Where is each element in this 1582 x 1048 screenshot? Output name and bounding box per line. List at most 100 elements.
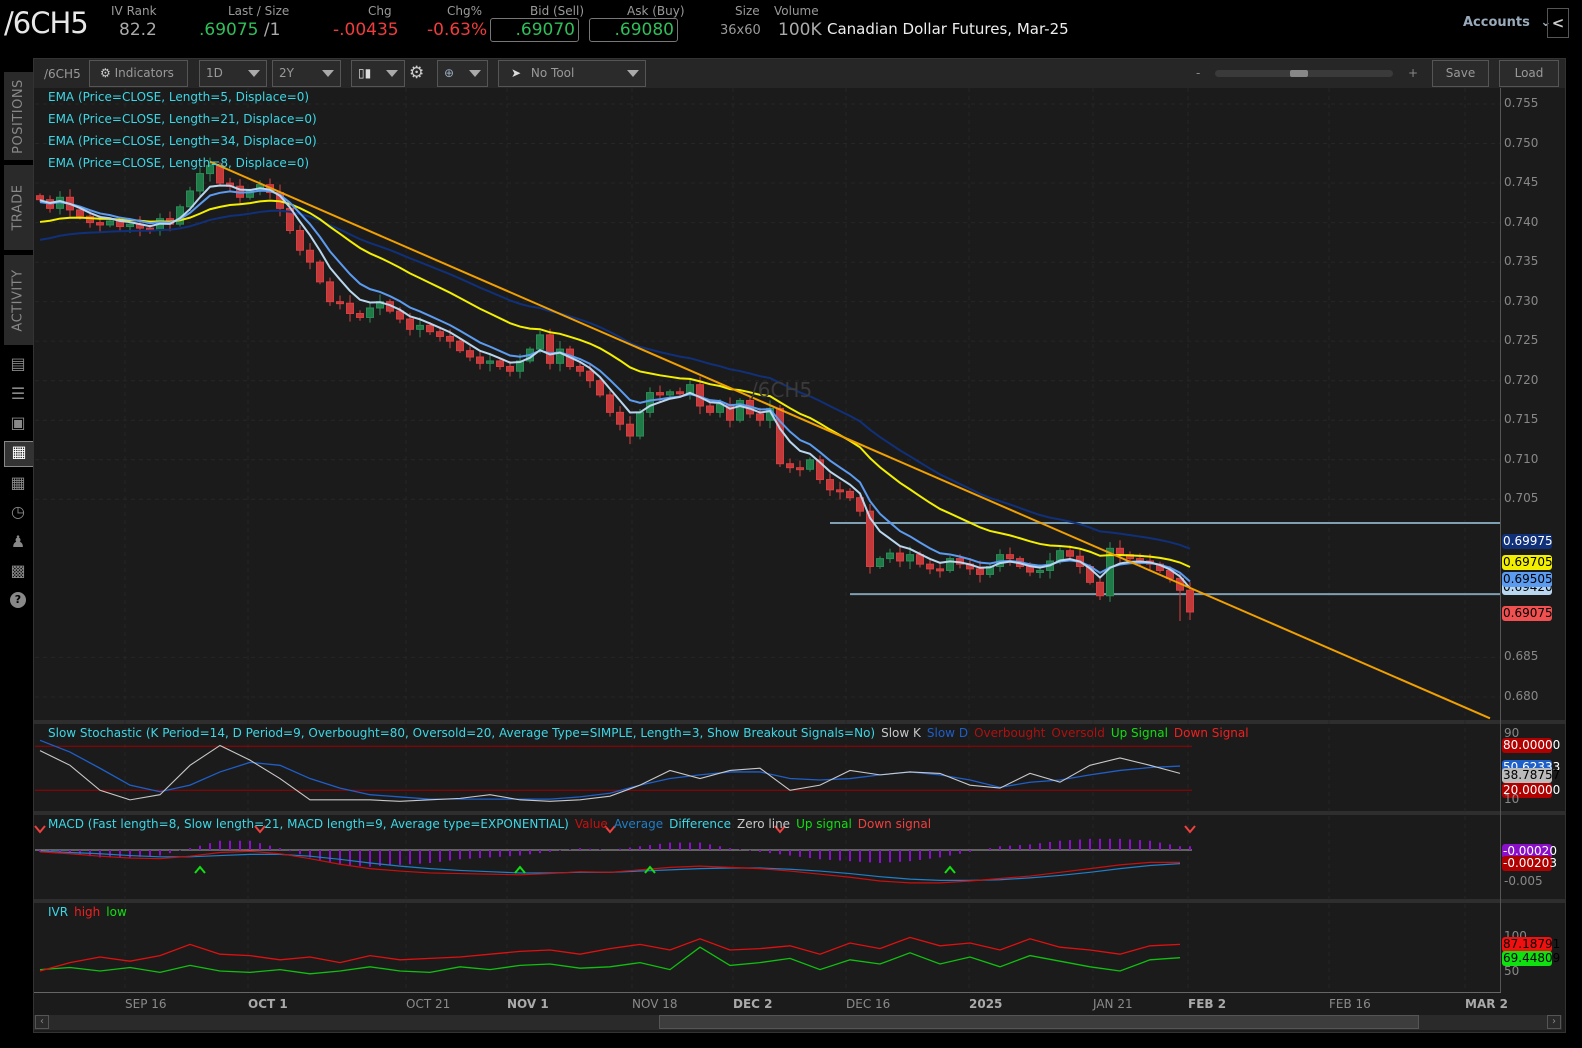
up-signal-arrow [944,865,956,874]
ema34-line [39,209,1191,550]
stochastic-tick: 90 [1504,726,1520,740]
candle [1006,554,1014,560]
candle [1066,550,1074,557]
legend-key-down-signal: Down Signal [1173,726,1249,740]
price-tick: 0.705 [1504,491,1539,506]
candle [876,558,884,568]
candle [1036,569,1044,573]
stochastic-legend-title: Slow Stochastic (K Period=14, D Period=9… [48,726,876,740]
time-tick: NOV 1 [507,997,549,1011]
candle [976,568,984,575]
candle [846,490,854,499]
price-tick: 0.715 [1504,412,1539,427]
macd-legend-title: MACD (Fast length=8, Slow length=21, MAC… [48,817,569,831]
price-tick: 0.735 [1504,254,1539,269]
legend-key-zero-line: Zero line [736,817,791,831]
candle [416,324,424,330]
candle [296,229,304,251]
candle [546,334,554,364]
legend-key-high: high [74,905,101,919]
macd-legend[interactable]: MACD (Fast length=8, Slow length=21, MAC… [48,817,931,831]
price-tag: 0.69975 [1502,534,1553,549]
candle [496,360,504,367]
price-tag: 0.69505 [1502,572,1553,587]
up-signal-arrow [514,865,526,874]
scroll-left-button[interactable]: ‹ [35,1015,49,1029]
legend-key-difference: Difference [669,817,731,831]
stochastic-legend[interactable]: Slow Stochastic (K Period=14, D Period=9… [48,726,1249,740]
candle [186,190,194,208]
candle [1116,547,1124,556]
macd-tag: -0.00203 [1502,856,1557,871]
time-tick: OCT 21 [406,997,451,1011]
candle [356,313,364,318]
candle [336,301,344,305]
candle [606,394,614,413]
candle [946,558,954,571]
legend-key-up-signal: Up signal [796,817,852,831]
price-tick: 0.750 [1504,135,1539,150]
time-tick: FEB 16 [1329,997,1371,1011]
candle [626,423,634,437]
ivr-tag: 87.18791 [1502,937,1561,952]
candle [926,563,934,570]
up-signal-arrow [194,865,206,874]
ivr-tick: 50 [1504,964,1520,978]
up-signal-arrow [644,865,656,874]
price-tick: 0.740 [1504,214,1539,229]
candle [576,365,584,372]
candle [706,405,714,413]
legend-key-low: low [106,905,127,919]
time-tick: OCT 1 [248,997,288,1011]
candle [456,340,464,352]
ema5-line [39,184,1191,589]
candle [106,220,114,226]
candle [936,568,944,572]
candle [1096,581,1104,597]
horizontal-scrollbar[interactable]: ‹ › [34,1015,1562,1030]
stochastic-tag: 80.00000 [1502,738,1561,753]
legend-key-up-signal: Up Signal [1110,726,1168,740]
candle [636,411,644,437]
price-tag: 0.69705 [1502,555,1553,570]
ivr-legend-title: IVR [48,905,69,919]
price-tick: 0.730 [1504,293,1539,308]
candle [76,209,84,217]
ema5-legend[interactable]: EMA (Price=CLOSE, Length=5, Displace=0) [48,90,309,104]
candle [826,479,834,491]
legend-key-slow-d: Slow D [926,726,969,740]
candle [486,360,494,364]
candle [776,407,784,465]
ema8-legend[interactable]: EMA (Price=CLOSE, Length=8, Displace=0) [48,156,309,170]
ivr-high-line [39,936,1181,972]
time-tick: DEC 16 [846,997,891,1011]
candle [716,403,724,413]
ivr-legend[interactable]: IVR high low [48,905,127,919]
candle [326,281,334,303]
candle [906,554,914,562]
time-tick: FEB 2 [1188,997,1227,1011]
scrollbar-thumb[interactable] [659,1015,1419,1029]
price-tick: 0.745 [1504,175,1539,190]
time-tick: JAN 21 [1093,997,1133,1011]
ema21-legend[interactable]: EMA (Price=CLOSE, Length=21, Displace=0) [48,112,317,126]
down-signal-arrow [1184,825,1196,834]
ema34-legend[interactable]: EMA (Price=CLOSE, Length=34, Displace=0) [48,134,317,148]
price-tick: 0.755 [1504,96,1539,110]
candle [316,261,324,283]
candle [506,365,514,372]
candle [126,223,134,228]
scroll-right-button[interactable]: › [1547,1015,1561,1029]
stochastic-tick: 10 [1504,792,1520,806]
price-tick: 0.685 [1504,649,1539,664]
candle [446,335,454,342]
candle [616,411,624,425]
legend-key-slow-k: Slow K [881,726,921,740]
candle [426,324,434,333]
ivr-tag: 69.44809 [1502,951,1561,966]
candle [466,350,474,358]
candle [196,173,204,192]
candle [896,552,904,562]
candle [586,370,594,382]
candle [836,489,844,493]
